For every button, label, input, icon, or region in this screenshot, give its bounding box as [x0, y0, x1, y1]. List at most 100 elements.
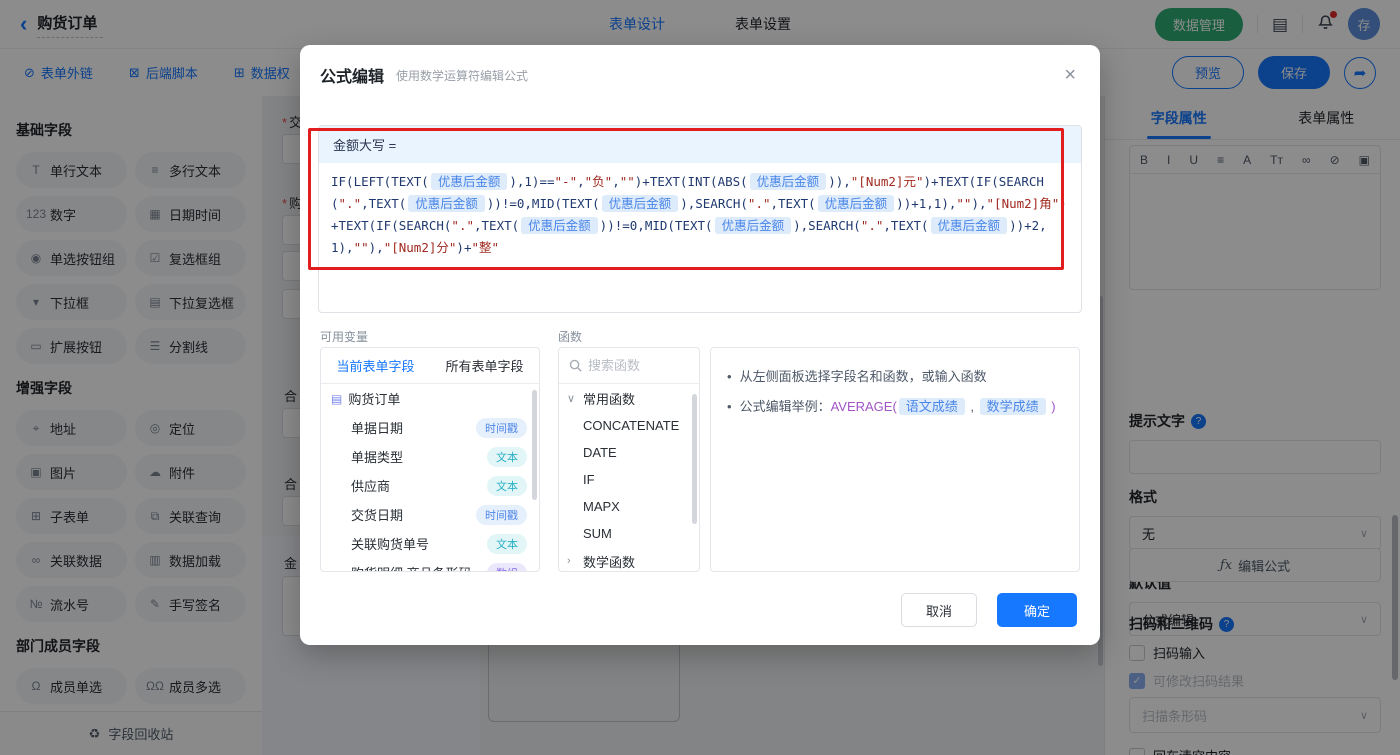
field-chip[interactable]: 优惠后金额	[930, 217, 1008, 234]
variable-row-交货日期[interactable]: 交货日期 时间戳	[321, 500, 539, 529]
field-chip[interactable]: 优惠后金额	[817, 195, 895, 212]
dialog-title: 公式编辑	[320, 69, 385, 86]
formula-token: AVERAGE(	[830, 399, 897, 414]
tip-example: 公式编辑举例：AVERAGE(语文成绩 , 数学成绩 )	[740, 392, 1056, 422]
formula-token: "-"	[554, 174, 578, 189]
variable-name: 交货日期	[351, 508, 404, 523]
variables-panel: 当前表单字段 所有表单字段 ▤ 购货订单 单据日期 时间戳 单据类型 文本 供应商 文本 交货日…	[320, 347, 540, 572]
chevron-right-icon: ›	[567, 555, 571, 567]
function-group-name: 数学函数	[583, 554, 636, 570]
formula-token: "负"	[584, 174, 613, 189]
formula-token: "."	[747, 196, 771, 211]
formula-token: ,TEXT(	[770, 196, 816, 211]
variables-label: 可用变量	[320, 330, 369, 344]
formula-token: IF(LEFT(TEXT(	[331, 174, 429, 189]
function-group-name: 常用函数	[583, 391, 636, 407]
variable-root-row[interactable]: ▤ 购货订单	[321, 384, 539, 413]
formula-token: )	[1047, 399, 1056, 414]
formula-token: )+TEXT(INT(ABS(	[634, 174, 748, 189]
variable-name: 关联购货单号	[351, 537, 430, 552]
formula-token: ),	[971, 196, 987, 211]
formula-token: ),SEARCH(	[680, 196, 748, 211]
variable-type-badge: 数组	[487, 562, 527, 571]
variable-row-购货明细.商品条形码[interactable]: 购货明细.商品条形码 数组	[321, 558, 539, 571]
tab-current-form-fields[interactable]: 当前表单字段	[321, 348, 430, 383]
formula-token: ))+1,1),	[896, 196, 957, 211]
variable-row-单据类型[interactable]: 单据类型 文本	[321, 442, 539, 471]
function-item-SUM[interactable]: SUM	[559, 520, 699, 547]
formula-token: "."	[451, 218, 474, 233]
field-chip[interactable]: 优惠后金额	[408, 195, 485, 212]
variable-row-关联购货单号[interactable]: 关联购货单号 文本	[321, 529, 539, 558]
functions-scrollbar[interactable]	[692, 394, 697, 524]
functions-label: 函数	[558, 330, 583, 344]
tip-text: 从左侧面板选择字段名和函数，或输入函数	[739, 369, 987, 384]
function-item-DATE[interactable]: DATE	[559, 439, 699, 466]
formula-token: )+	[456, 240, 472, 255]
variable-type-badge: 文本	[487, 533, 527, 554]
variable-name: 单据日期	[351, 421, 404, 436]
search-icon	[569, 359, 582, 372]
field-chip[interactable]: 优惠后金额	[601, 195, 679, 212]
formula-token: ""	[956, 196, 972, 211]
formula-code[interactable]: IF(LEFT(TEXT(优惠后金额),1)=="-","负","")+TEXT…	[319, 163, 1081, 267]
formula-tips: • 从左侧面板选择字段名和函数，或输入函数 • 公式编辑举例：AVERAGE(语…	[710, 347, 1080, 572]
variable-type-badge: 文本	[487, 446, 527, 467]
field-chip[interactable]: 优惠后金额	[714, 217, 792, 234]
field-chip[interactable]: 优惠后金额	[521, 217, 598, 234]
formula-token: ))!=0,MID(TEXT(	[599, 218, 713, 233]
formula-token: "整"	[471, 240, 500, 255]
formula-token: ""	[619, 174, 635, 189]
dialog-subtitle: 使用数学运算符编辑公式	[396, 68, 529, 83]
field-chip[interactable]: 数学成绩	[979, 398, 1046, 415]
formula-token: ,TEXT(	[474, 218, 520, 233]
formula-token: 公式编辑举例：	[739, 399, 831, 414]
formula-token: )),	[828, 174, 851, 189]
function-group-数学函数[interactable]: › 数学函数	[559, 547, 699, 571]
field-chip[interactable]: 优惠后金额	[430, 173, 508, 190]
function-item-IF[interactable]: IF	[559, 466, 699, 493]
formula-edit-dialog: 公式编辑 使用数学运算符编辑公式 × 金额大写 = IF(LEFT(TEXT(优…	[300, 45, 1100, 645]
function-item-CONCATENATE[interactable]: CONCATENATE	[559, 412, 699, 439]
bullet: •	[727, 369, 732, 384]
formula-token: "[Num2]分"	[383, 240, 457, 255]
field-chip[interactable]: 语文成绩	[898, 398, 965, 415]
formula-result-label: 金额大写 =	[319, 126, 1081, 163]
formula-token: ),	[368, 240, 384, 255]
document-icon: ▤	[331, 391, 343, 406]
close-icon[interactable]: ×	[1064, 65, 1076, 85]
confirm-button[interactable]: 确定	[997, 593, 1077, 627]
formula-token: ),1)==	[509, 174, 555, 189]
formula-token: ,TEXT(	[883, 218, 929, 233]
formula-token: "[Num2]元"	[850, 174, 924, 189]
formula-editor[interactable]: 金额大写 = IF(LEFT(TEXT(优惠后金额),1)=="-","负","…	[318, 125, 1082, 313]
formula-token: ))!=0,MID(TEXT(	[486, 196, 600, 211]
formula-token: "."	[338, 196, 362, 211]
formula-token: "."	[860, 218, 884, 233]
tab-all-form-fields[interactable]: 所有表单字段	[430, 348, 539, 383]
cancel-button[interactable]: 取消	[901, 593, 977, 627]
variable-type-badge: 时间戳	[476, 417, 527, 438]
function-search-input[interactable]	[588, 358, 678, 373]
formula-token: ""	[353, 240, 369, 255]
variable-name: 购货明细.商品条形码	[351, 563, 472, 571]
function-group-常用函数[interactable]: ∨ 常用函数	[559, 384, 699, 412]
variable-name: 供应商	[351, 479, 391, 494]
formula-token: ,	[612, 174, 620, 189]
formula-token: "[Num2]角"	[986, 196, 1060, 211]
formula-token: ),SEARCH(	[793, 218, 861, 233]
functions-panel: ∨常用函数CONCATENATEDATEIFMAPXSUM›数学函数›文本函数	[558, 347, 700, 572]
variable-type-badge: 文本	[487, 475, 527, 496]
bullet: •	[727, 399, 732, 414]
variable-root-name: 购货订单	[348, 392, 401, 407]
function-item-MAPX[interactable]: MAPX	[559, 493, 699, 520]
formula-token: ,	[966, 399, 978, 414]
field-chip[interactable]: 优惠后金额	[749, 173, 827, 190]
formula-token: ,	[577, 174, 585, 189]
variable-row-单据日期[interactable]: 单据日期 时间戳	[321, 413, 539, 442]
chevron-down-icon: ∨	[567, 392, 576, 405]
variables-scrollbar[interactable]	[532, 390, 537, 500]
function-search	[559, 348, 699, 384]
variable-row-供应商[interactable]: 供应商 文本	[321, 471, 539, 500]
variable-type-badge: 时间戳	[476, 504, 527, 525]
